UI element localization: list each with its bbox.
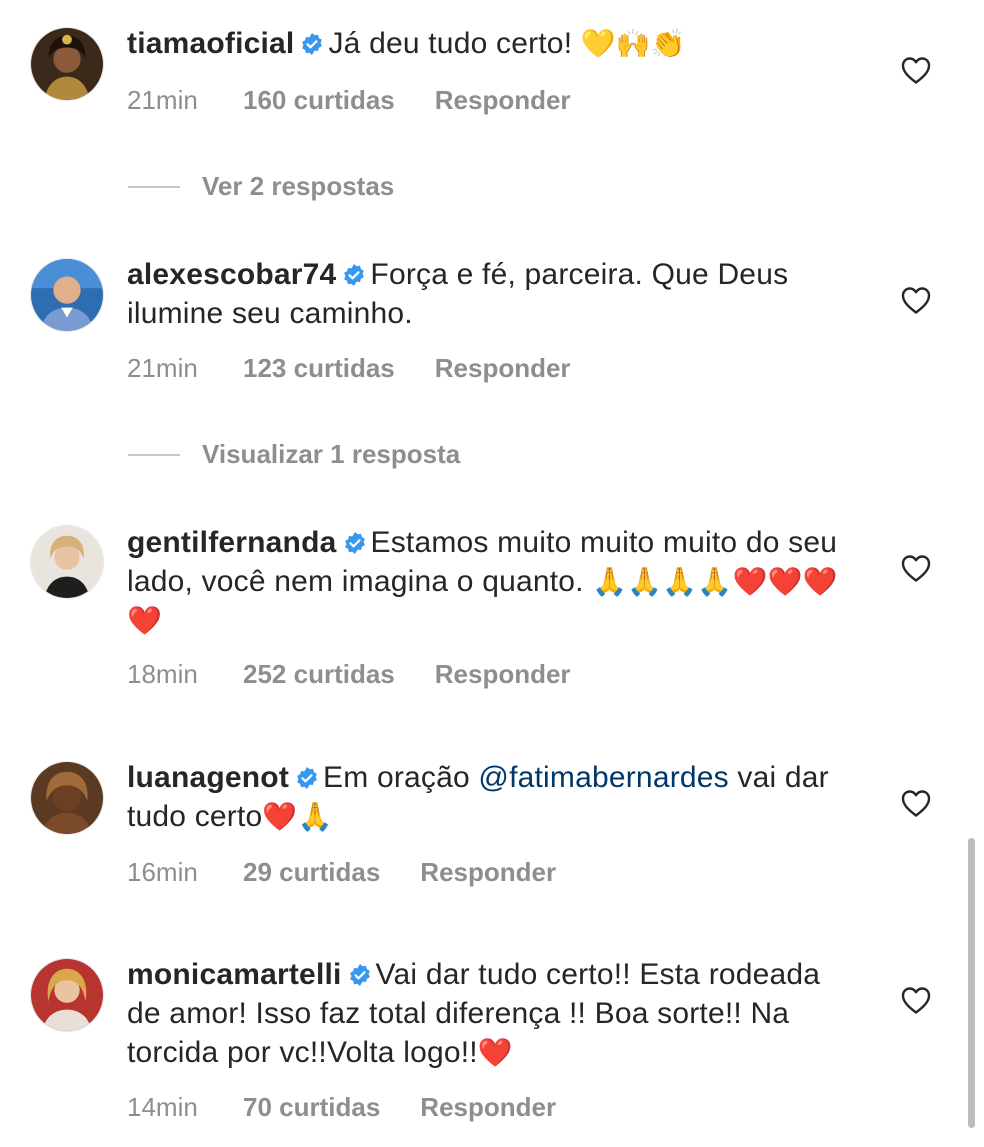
verified-badge-icon (348, 963, 372, 987)
comment-time: 14min (127, 1092, 198, 1122)
comment-time: 21min (127, 353, 198, 383)
username[interactable]: tiamaoficial (127, 27, 294, 60)
view-replies-link[interactable]: Visualizar 1 resposta (128, 439, 460, 470)
username[interactable]: gentilfernanda (127, 526, 337, 559)
comment-meta: 14min 70 curtidas Responder (127, 1092, 556, 1123)
comment-text: monicamartelli Vai dar tudo certo!! Esta … (127, 955, 857, 1072)
avatar[interactable] (30, 525, 104, 599)
avatar[interactable] (30, 761, 104, 835)
reply-button[interactable]: Responder (435, 353, 571, 384)
replies-divider (128, 453, 180, 456)
like-heart-icon[interactable] (900, 55, 932, 85)
like-heart-icon[interactable] (900, 553, 932, 583)
like-heart-icon[interactable] (900, 788, 932, 818)
view-replies-link[interactable]: Ver 2 respostas (128, 171, 394, 202)
comment-body-start: Em oração (323, 761, 479, 794)
avatar[interactable] (30, 258, 104, 332)
username[interactable]: alexescobar74 (127, 258, 336, 291)
reply-button[interactable]: Responder (420, 857, 556, 888)
reply-button[interactable]: Responder (435, 659, 571, 690)
comment-text: alexescobar74 Força e fé, parceira. Que D… (127, 255, 857, 333)
like-heart-icon[interactable] (900, 285, 932, 315)
comment-meta: 16min 29 curtidas Responder (127, 857, 556, 888)
comment-meta: 18min 252 curtidas Responder (127, 659, 571, 690)
comment-text: gentilfernanda Estamos muito muito muito … (127, 523, 857, 640)
comment-emojis: ❤️ (477, 1036, 513, 1069)
likes-count[interactable]: 123 curtidas (243, 353, 395, 384)
comment-text: tiamaoficial Já deu tudo certo! 💛🙌👏 (127, 24, 857, 63)
view-replies-label: Ver 2 respostas (202, 171, 395, 201)
comment-meta: 21min 160 curtidas Responder (127, 85, 571, 116)
likes-count[interactable]: 29 curtidas (243, 857, 380, 888)
reply-button[interactable]: Responder (420, 1092, 556, 1123)
likes-count[interactable]: 160 curtidas (243, 85, 395, 116)
avatar[interactable] (30, 958, 104, 1032)
comment-text: luanagenot Em oração @fatimabernardes vai… (127, 758, 857, 836)
comment-body: Já deu tudo certo! (328, 27, 581, 60)
verified-badge-icon (343, 531, 367, 555)
comment-meta: 21min 123 curtidas Responder (127, 353, 571, 384)
scrollbar[interactable] (968, 838, 975, 1128)
username[interactable]: monicamartelli (127, 958, 342, 991)
comment-time: 21min (127, 85, 198, 115)
username[interactable]: luanagenot (127, 761, 289, 794)
like-heart-icon[interactable] (900, 985, 932, 1015)
comment-time: 16min (127, 857, 198, 887)
mention-link[interactable]: @fatimabernardes (478, 761, 728, 794)
avatar[interactable] (30, 27, 104, 101)
likes-count[interactable]: 252 curtidas (243, 659, 395, 690)
verified-badge-icon (300, 32, 324, 56)
replies-divider (128, 185, 180, 188)
likes-count[interactable]: 70 curtidas (243, 1092, 380, 1123)
comment-emojis: 💛🙌👏 (580, 27, 686, 60)
view-replies-label: Visualizar 1 resposta (202, 439, 461, 469)
comment-time: 18min (127, 659, 198, 689)
verified-badge-icon (295, 766, 319, 790)
verified-badge-icon (342, 263, 366, 287)
comment-emojis: ❤️🙏 (262, 800, 333, 833)
reply-button[interactable]: Responder (435, 85, 571, 116)
